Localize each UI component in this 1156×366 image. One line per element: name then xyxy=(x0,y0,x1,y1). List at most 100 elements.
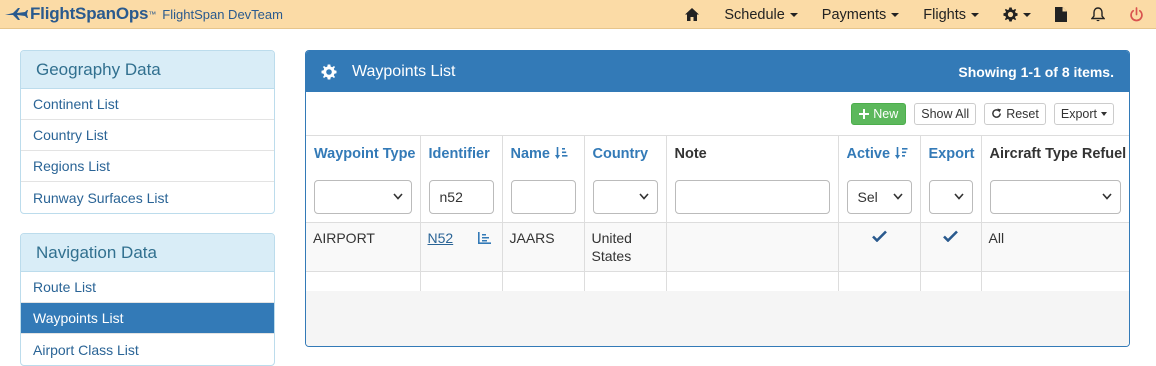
reset-button[interactable]: Reset xyxy=(984,102,1046,125)
brand-trademark: ™ xyxy=(148,9,157,19)
cell-active xyxy=(838,222,921,272)
chevron-down-icon xyxy=(1023,12,1031,17)
column-header-label: Country xyxy=(592,146,649,162)
item-count-summary: Showing 1-1 of 8 items. xyxy=(958,63,1114,80)
column-header-aircraft-type-refuel: Aircraft Type Refuel xyxy=(981,135,1129,171)
checkmark-icon xyxy=(871,230,887,242)
sidebar-item-country-list[interactable]: Country List xyxy=(21,120,274,151)
chevron-down-icon xyxy=(892,192,903,200)
home-button[interactable] xyxy=(672,0,712,29)
note-filter-input[interactable] xyxy=(674,179,830,214)
sidebar-item-airport-class-list[interactable]: Airport Class List xyxy=(21,334,274,365)
table-row[interactable]: AIRPORT N52 JAARS United States All xyxy=(306,222,1129,272)
plus-icon xyxy=(859,108,870,119)
checkmark-icon xyxy=(943,230,958,242)
waypoints-table: Waypoint Type Identifier Name Country No… xyxy=(306,135,1129,293)
logout-button[interactable] xyxy=(1117,0,1156,29)
show-all-button-label: Show All xyxy=(921,106,970,121)
sidebar-item-continent-list[interactable]: Continent List xyxy=(21,89,274,120)
sort-descending-icon xyxy=(895,147,908,159)
active-filter-select[interactable]: Sel xyxy=(846,179,912,214)
bell-icon xyxy=(1091,7,1105,22)
identifier-link[interactable]: N52 xyxy=(428,230,454,246)
cell-aircraft-type-refuel: All xyxy=(981,222,1129,272)
show-all-button[interactable]: Show All xyxy=(914,102,977,125)
new-button[interactable]: New xyxy=(851,102,907,125)
column-header-name[interactable]: Name xyxy=(502,135,585,171)
flights-menu[interactable]: Flights xyxy=(911,0,991,29)
refresh-icon xyxy=(991,108,1002,119)
column-header-waypoint-type[interactable]: Waypoint Type xyxy=(306,135,421,171)
cell-country: United States xyxy=(584,222,667,272)
chevron-down-icon xyxy=(971,12,979,17)
power-icon xyxy=(1130,7,1143,22)
country-filter-select[interactable] xyxy=(592,179,658,214)
top-navbar: FlightSpanOps ™ FlightSpan DevTeam Sched… xyxy=(0,0,1156,29)
geography-data-panel: Geography Data Continent List Country Li… xyxy=(20,50,275,214)
cell-waypoint-type: AIRPORT xyxy=(306,222,421,272)
chevron-down-icon xyxy=(953,192,964,200)
export-button[interactable]: Export xyxy=(1053,102,1114,125)
column-header-export[interactable]: Export xyxy=(920,135,982,171)
navigation-data-panel: Navigation Data Route List Waypoints Lis… xyxy=(20,233,275,366)
cell-note xyxy=(666,222,839,272)
payments-menu[interactable]: Payments xyxy=(810,0,911,29)
identifier-filter-input[interactable]: n52 xyxy=(428,179,494,214)
sort-ascending-icon xyxy=(555,147,568,159)
chevron-down-icon xyxy=(891,12,900,17)
waypoints-panel: Waypoints List Showing 1-1 of 8 items. N… xyxy=(305,50,1130,347)
waypoint-type-filter-select[interactable] xyxy=(314,179,412,214)
sidebar-item-runway-surfaces-list[interactable]: Runway Surfaces List xyxy=(21,182,274,213)
chevron-down-icon xyxy=(1102,192,1112,200)
column-header-label: Note xyxy=(674,146,707,162)
column-header-note: Note xyxy=(666,135,839,171)
grid-toolbar: New Show All Reset Export xyxy=(306,92,1129,135)
notifications-button[interactable] xyxy=(1079,0,1117,29)
aircraft-type-refuel-filter-select[interactable] xyxy=(989,179,1121,214)
home-icon xyxy=(685,8,700,21)
documents-button[interactable] xyxy=(1043,0,1079,29)
cell-identifier: N52 xyxy=(420,222,503,272)
details-icon[interactable] xyxy=(477,232,491,244)
plane-logo-icon xyxy=(5,8,28,20)
export-button-label: Export xyxy=(1060,106,1097,121)
column-header-label: Active xyxy=(846,146,891,162)
cell-country-line: United xyxy=(591,230,632,246)
chevron-down-icon xyxy=(638,192,649,200)
chevron-down-icon xyxy=(392,192,403,200)
geography-data-heading: Geography Data xyxy=(21,51,274,89)
settings-menu[interactable] xyxy=(991,0,1043,29)
column-header-label: Waypoint Type xyxy=(314,146,416,162)
cell-name: JAARS xyxy=(502,222,585,272)
page-title: Waypoints List xyxy=(352,62,456,80)
cell-export xyxy=(920,222,982,272)
sidebar-item-waypoints-list[interactable]: Waypoints List xyxy=(21,303,274,334)
navigation-data-heading: Navigation Data xyxy=(21,234,274,272)
export-filter-select[interactable] xyxy=(928,179,973,214)
flights-menu-label: Flights xyxy=(923,6,966,23)
sidebar-item-regions-list[interactable]: Regions List xyxy=(21,151,274,182)
column-header-label: Aircraft Type Refuel xyxy=(989,146,1127,162)
payments-menu-label: Payments xyxy=(821,6,887,23)
chevron-down-icon xyxy=(1101,111,1107,116)
column-header-label: Identifier xyxy=(428,146,490,162)
reset-button-label: Reset xyxy=(1006,106,1039,121)
column-header-active[interactable]: Active xyxy=(838,135,921,171)
column-header-country[interactable]: Country xyxy=(584,135,667,171)
column-header-label: Name xyxy=(510,146,551,162)
brand[interactable]: FlightSpanOps ™ FlightSpan DevTeam xyxy=(4,4,283,24)
sidebar-item-route-list[interactable]: Route List xyxy=(21,272,274,303)
schedule-menu[interactable]: Schedule xyxy=(712,0,809,29)
new-button-label: New xyxy=(873,106,899,121)
panel-header: Waypoints List Showing 1-1 of 8 items. xyxy=(306,51,1129,92)
column-header-identifier[interactable]: Identifier xyxy=(420,135,503,171)
schedule-menu-label: Schedule xyxy=(724,6,785,23)
brand-team: FlightSpan DevTeam xyxy=(162,6,283,22)
panel-footer xyxy=(306,291,1129,346)
file-icon xyxy=(1055,7,1067,22)
name-filter-input[interactable] xyxy=(510,179,576,214)
gear-icon xyxy=(1003,7,1018,22)
empty-row xyxy=(306,271,1129,293)
active-filter-value: Sel xyxy=(857,188,878,205)
chevron-down-icon xyxy=(789,12,798,17)
